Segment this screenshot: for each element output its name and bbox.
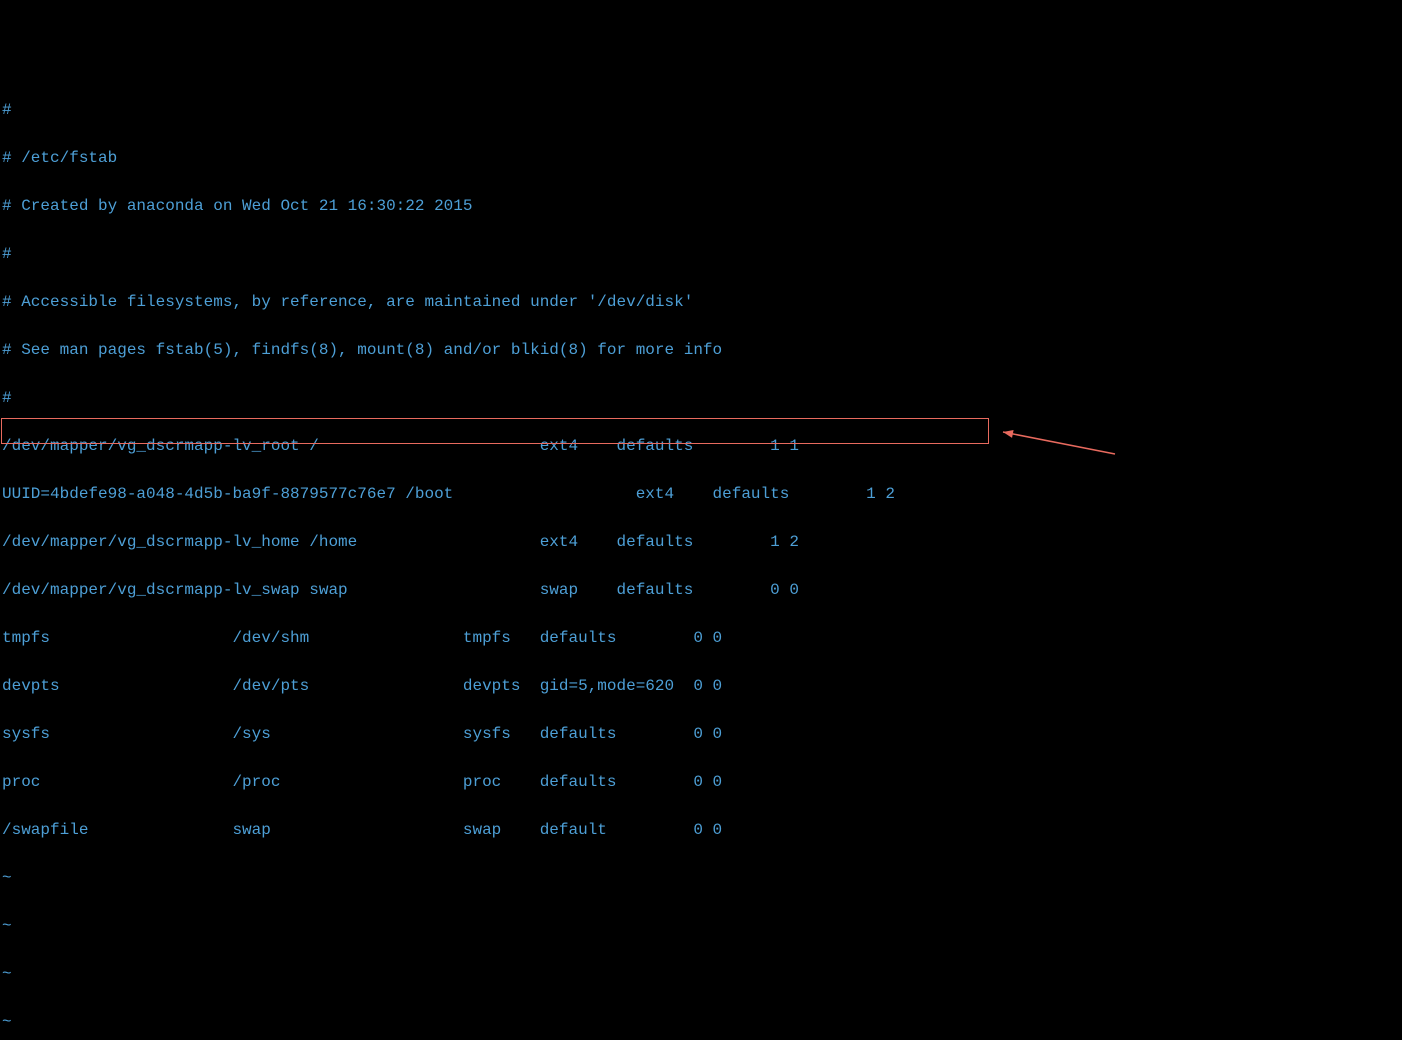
fstab-entry-swapfile: /swapfile swap swap default 0 0 [2,818,1402,842]
fstab-comment-line: # [2,98,1402,122]
fstab-entry-boot: UUID=4bdefe98-a048-4d5b-ba9f-8879577c76e… [2,482,1402,506]
fstab-entry-sysfs: sysfs /sys sysfs defaults 0 0 [2,722,1402,746]
fstab-comment-line: # Created by anaconda on Wed Oct 21 16:3… [2,194,1402,218]
fstab-comment-line: # [2,386,1402,410]
fstab-entry-root: /dev/mapper/vg_dscrmapp-lv_root / ext4 d… [2,434,1402,458]
fstab-entry-tmpfs: tmpfs /dev/shm tmpfs defaults 0 0 [2,626,1402,650]
fstab-comment-line: # [2,242,1402,266]
fstab-comment-line: # Accessible filesystems, by reference, … [2,290,1402,314]
empty-line-tilde: ~ [2,962,1402,986]
fstab-entry-proc: proc /proc proc defaults 0 0 [2,770,1402,794]
fstab-entry-swap-lv: /dev/mapper/vg_dscrmapp-lv_swap swap swa… [2,578,1402,602]
empty-line-tilde: ~ [2,914,1402,938]
fstab-comment-line: # /etc/fstab [2,146,1402,170]
fstab-entry-devpts: devpts /dev/pts devpts gid=5,mode=620 0 … [2,674,1402,698]
empty-line-tilde: ~ [2,866,1402,890]
fstab-entry-home: /dev/mapper/vg_dscrmapp-lv_home /home ex… [2,530,1402,554]
fstab-comment-line: # See man pages fstab(5), findfs(8), mou… [2,338,1402,362]
empty-line-tilde: ~ [2,1010,1402,1034]
